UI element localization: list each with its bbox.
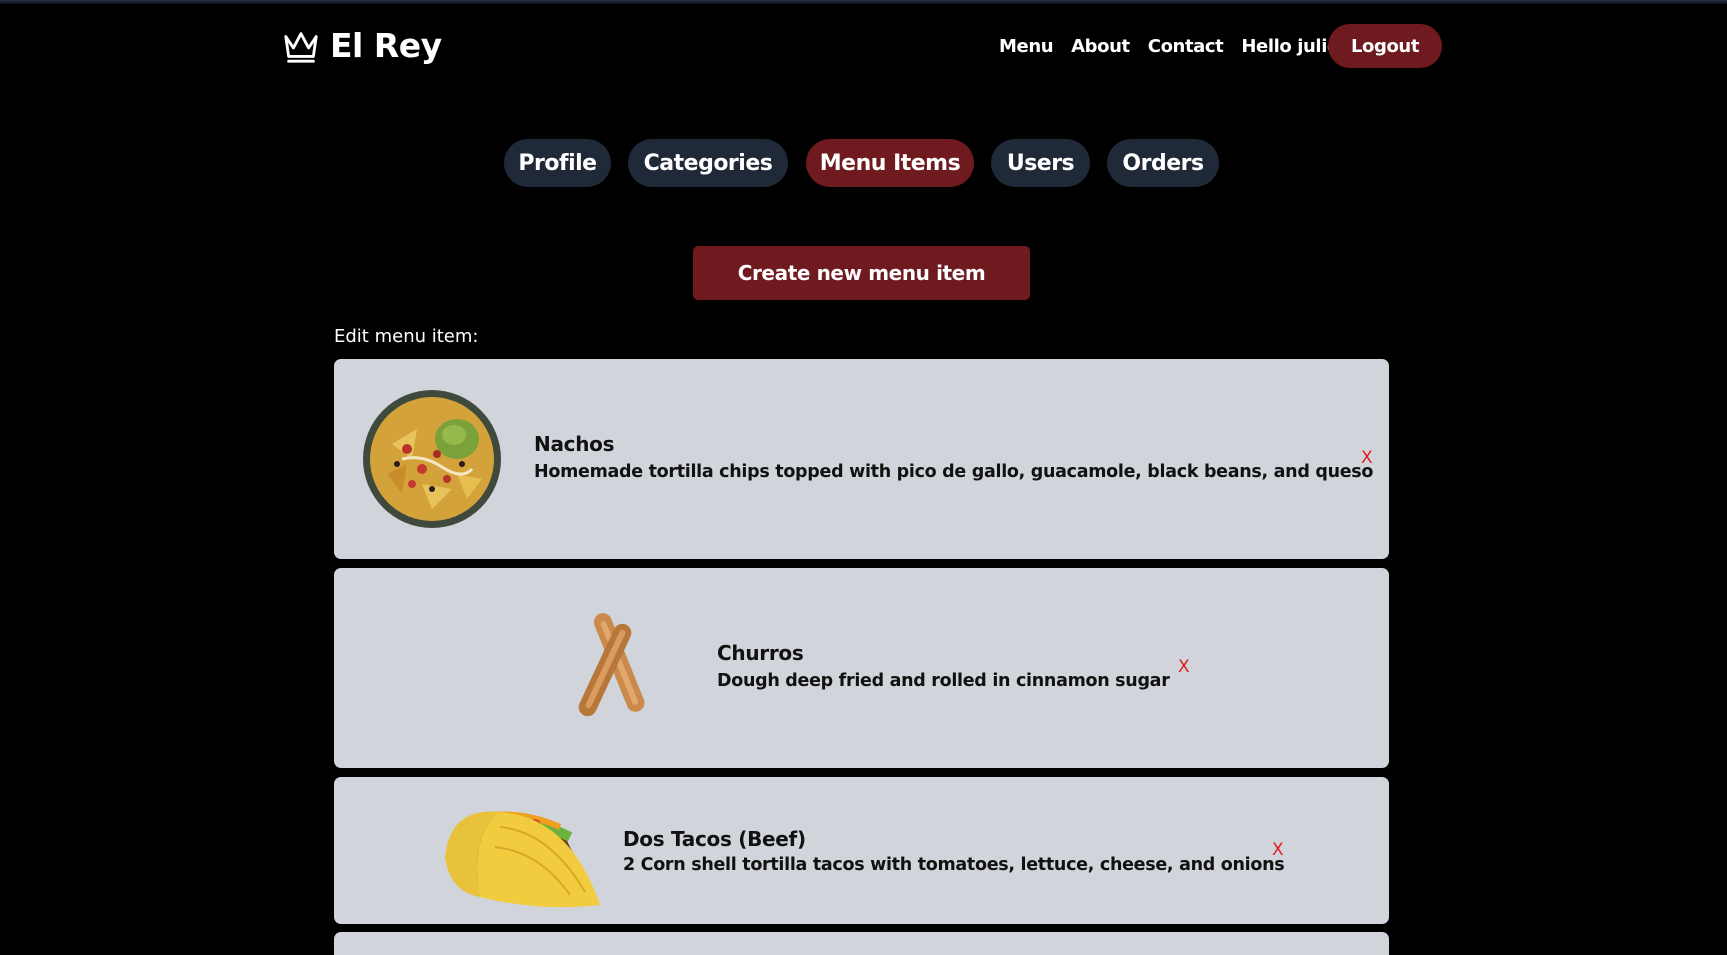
window-top-border [0, 0, 1727, 4]
nachos-image [363, 390, 501, 528]
nav-menu-link[interactable]: Menu [999, 36, 1054, 57]
churros-image [578, 613, 645, 717]
tab-categories[interactable]: Categories [628, 139, 788, 187]
main-nav: Menu About Contact Hello julio [999, 24, 1339, 68]
menu-item-name: Churros [717, 641, 804, 665]
logout-button[interactable]: Logout [1328, 24, 1442, 68]
crown-icon [284, 31, 318, 63]
delete-item-button[interactable]: X [1178, 657, 1190, 677]
tab-menu-items[interactable]: Menu Items [806, 139, 974, 187]
menu-item-description: Dough deep fried and rolled in cinnamon … [717, 671, 1170, 691]
brand-logo[interactable]: El Rey [282, 26, 442, 65]
delete-item-button[interactable]: X [1361, 448, 1373, 468]
tab-orders[interactable]: Orders [1107, 139, 1219, 187]
menu-item-card-nachos[interactable]: Nachos Homemade tortilla chips topped wi… [334, 359, 1389, 559]
menu-item-card-partial[interactable] [334, 932, 1389, 955]
menu-item-card-churros[interactable]: Churros Dough deep fried and rolled in c… [334, 568, 1389, 768]
nav-user-greeting[interactable]: Hello julio [1241, 36, 1339, 57]
menu-item-name: Dos Tacos (Beef) [623, 827, 806, 851]
brand-name: El Rey [330, 26, 442, 65]
nav-contact-link[interactable]: Contact [1148, 36, 1224, 57]
edit-menu-item-label: Edit menu item: [334, 326, 479, 347]
tab-profile[interactable]: Profile [504, 139, 611, 187]
taco-image [445, 811, 600, 908]
create-menu-item-button[interactable]: Create new menu item [693, 246, 1030, 300]
menu-item-card-tacos[interactable]: Dos Tacos (Beef) 2 Corn shell tortilla t… [334, 777, 1389, 924]
menu-item-name: Nachos [534, 432, 615, 456]
nav-about-link[interactable]: About [1071, 36, 1130, 57]
delete-item-button[interactable]: X [1272, 840, 1284, 860]
menu-item-description: Homemade tortilla chips topped with pico… [534, 462, 1374, 482]
menu-item-description: 2 Corn shell tortilla tacos with tomatoe… [623, 855, 1285, 875]
tab-users[interactable]: Users [991, 139, 1090, 187]
